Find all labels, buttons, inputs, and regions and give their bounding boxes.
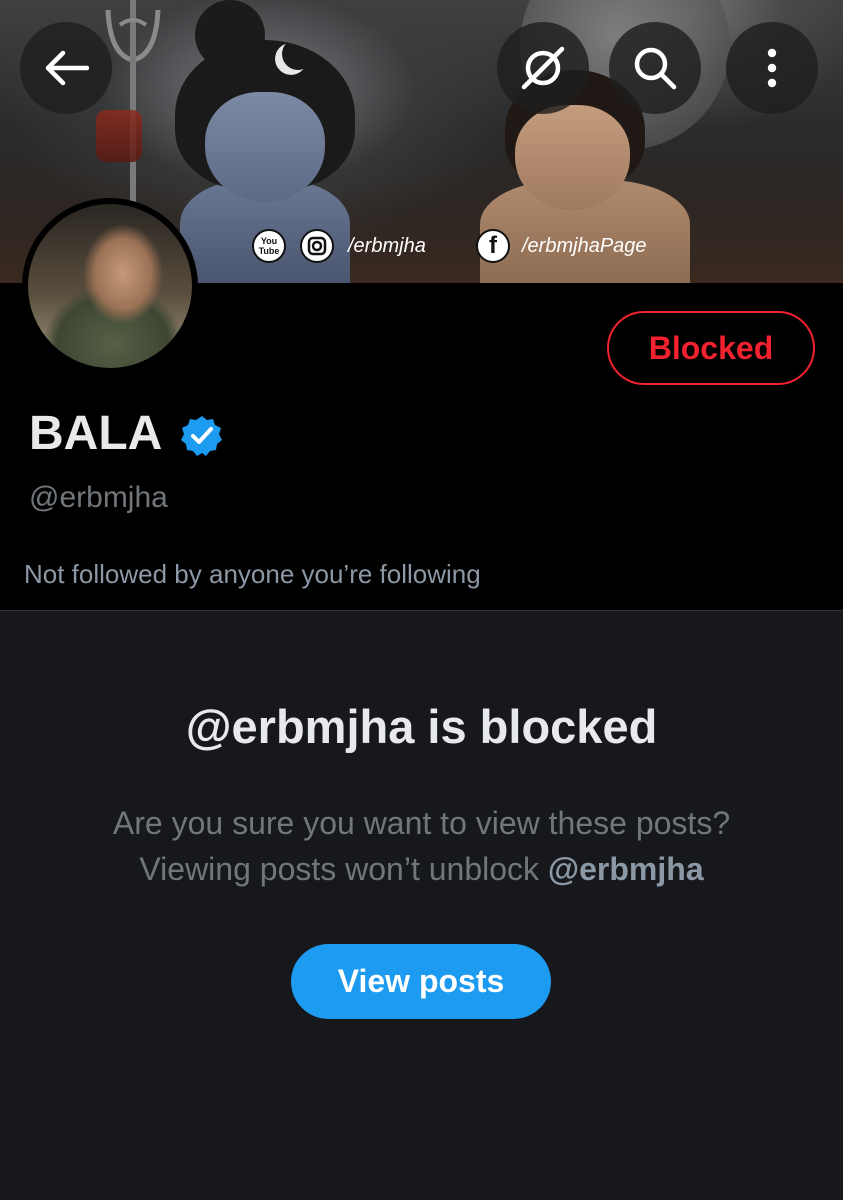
blocked-title: @erbmjha is blocked [185, 700, 658, 753]
back-button[interactable] [20, 22, 112, 114]
blocked-message-line2: Viewing posts won’t unblock @erbmjha [139, 851, 704, 887]
blocked-message-handle: @erbmjha [547, 851, 704, 887]
blocked-button[interactable]: Blocked [607, 311, 815, 385]
blocked-message: Are you sure you want to view these post… [0, 800, 843, 892]
facebook-icon: f [476, 229, 510, 263]
view-posts-button[interactable]: View posts [291, 944, 551, 1019]
search-button[interactable] [609, 22, 701, 114]
avatar[interactable] [22, 198, 198, 374]
damru-graphic [96, 110, 142, 162]
instagram-handle: /erbmjha [348, 234, 426, 257]
slashed-circle-icon [521, 46, 565, 90]
grok-button[interactable] [497, 22, 589, 114]
display-name: BALA [29, 407, 163, 460]
youtube-icon: You Tube [252, 229, 286, 263]
profile-handle: @erbmjha [29, 481, 168, 514]
more-vertical-icon [767, 48, 777, 88]
followed-by-text: Not followed by anyone you’re following [24, 559, 481, 589]
blocked-message-line1: Are you sure you want to view these post… [112, 805, 731, 841]
instagram-icon [300, 229, 334, 263]
more-options-button[interactable] [726, 22, 818, 114]
banner-social-instagram: You Tube /erbmjha [252, 228, 426, 264]
search-icon [634, 47, 677, 90]
verified-badge-icon[interactable] [180, 414, 224, 458]
banner-social-facebook: f /erbmjhaPage [476, 228, 647, 264]
arrow-left-icon [45, 50, 89, 86]
facebook-handle: /erbmjhaPage [522, 234, 647, 257]
